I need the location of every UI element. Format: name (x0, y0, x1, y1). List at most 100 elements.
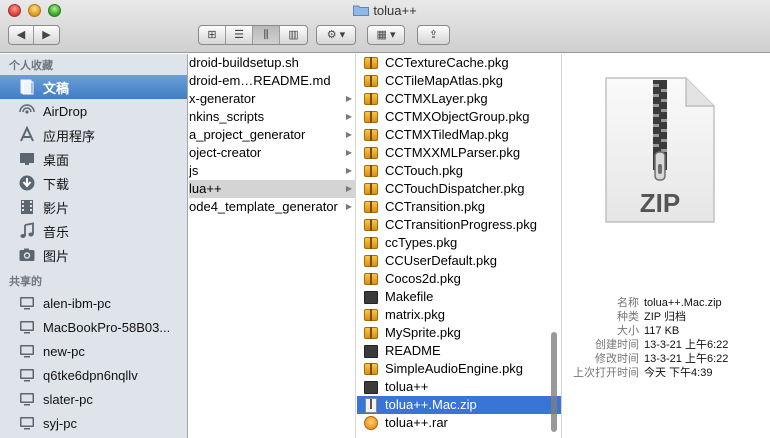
info-key: 大小 (617, 325, 639, 337)
sidebar-item-movies[interactable]: 影片 (0, 195, 187, 219)
list-item[interactable]: oject-creator ▶ (189, 144, 355, 162)
back-arrow-icon: ◀ (16, 28, 26, 41)
documents-icon (18, 78, 36, 96)
sidebar-item-downloads[interactable]: 下载 (0, 171, 187, 195)
folder-name: oject-creator (189, 145, 262, 160)
list-item[interactable]: matrix.pkg (357, 306, 561, 324)
list-item[interactable]: x-generator ▶ (189, 90, 355, 108)
package-icon (363, 361, 379, 377)
list-item[interactable]: Cocos2d.pkg (357, 270, 561, 288)
window-title: tolua++ (373, 3, 417, 18)
file-name: CCTileMapAtlas.pkg (385, 73, 504, 88)
action-menu-button[interactable]: ⚙ ▾ (316, 25, 356, 45)
list-item[interactable]: droid-em…README.md (189, 72, 355, 90)
unix-executable-icon (363, 289, 379, 305)
computer-icon (18, 366, 36, 384)
list-item[interactable]: CCUserDefault.pkg (357, 252, 561, 270)
file-name: CCTMXObjectGroup.pkg (385, 109, 530, 124)
sidebar-item-desktop[interactable]: 桌面 (0, 147, 187, 171)
downloads-icon (18, 174, 36, 192)
pictures-icon (18, 246, 36, 264)
disclosure-arrow-icon: ▶ (345, 148, 352, 157)
column-view-button[interactable]: ⫼ (253, 26, 280, 44)
package-icon (363, 109, 379, 125)
sidebar-item-pictures[interactable]: 图片 (0, 243, 187, 267)
info-value: ZIP 归档 (644, 311, 686, 323)
sidebar-item-label: 文稿 (43, 80, 70, 96)
arrange-menu-button[interactable]: ▦ ▾ (367, 25, 405, 45)
disclosure-arrow-icon: ▶ (345, 112, 352, 121)
coverflow-view-button[interactable]: ▥ (280, 26, 307, 44)
list-item-selected[interactable]: tolua++.Mac.zip (357, 396, 561, 414)
disclosure-arrow-icon: ▶ (345, 94, 352, 103)
file-name: CCTextureCache.pkg (385, 55, 509, 70)
list-item[interactable]: js ▶ (189, 162, 355, 180)
sidebar-item-airdrop[interactable]: AirDrop (0, 99, 187, 123)
list-item-selected[interactable]: lua++ ▶ (189, 180, 355, 198)
list-view-button[interactable]: ☰ (226, 26, 253, 44)
list-item[interactable]: nkins_scripts ▶ (189, 108, 355, 126)
package-icon (363, 235, 379, 251)
list-item[interactable]: ode4_template_generator ▶ (189, 198, 355, 216)
list-item[interactable]: tolua++ (357, 378, 561, 396)
file-name: droid-em…README.md (189, 73, 331, 88)
window-toolbar: tolua++ ◀ ▶ ⊞ ☰ ⫼ ▥ ⚙ ▾ ▦ ▾ ⇪ (0, 0, 770, 53)
sidebar-item-documents[interactable]: 文稿 (0, 75, 187, 99)
list-item[interactable]: CCTileMapAtlas.pkg (357, 72, 561, 90)
file-name: CCTMXTiledMap.pkg (385, 127, 509, 142)
sidebar-item-shared-computer[interactable]: MacBookPro-58B03... (0, 315, 187, 339)
sidebar-item-shared-computer[interactable]: syj-pc (0, 411, 187, 435)
folder-name: ode4_template_generator (189, 199, 338, 214)
list-item[interactable]: ccTypes.pkg (357, 234, 561, 252)
share-button[interactable]: ⇪ (417, 25, 450, 45)
window-title-bar: tolua++ (0, 2, 770, 20)
list-item[interactable]: CCTouchDispatcher.pkg (357, 180, 561, 198)
sidebar-item-music[interactable]: 音乐 (0, 219, 187, 243)
list-item[interactable]: README (357, 342, 561, 360)
info-row: 上次打开时间 今天 下午4:39 (563, 366, 770, 380)
sidebar-item-shared-computer[interactable]: q6tke6dpn6nqllv (0, 363, 187, 387)
list-item[interactable]: droid-buildsetup.sh (189, 54, 355, 72)
sidebar-item-label: 下载 (43, 176, 70, 192)
list-item[interactable]: a_project_generator ▶ (189, 126, 355, 144)
list-item[interactable]: CCTMXObjectGroup.pkg (357, 108, 561, 126)
sidebar: 个人收藏 文稿 AirDrop 应用程序 桌面 下载 影片 音乐 图片 共享的 … (0, 54, 188, 438)
sidebar-item-applications[interactable]: 应用程序 (0, 123, 187, 147)
info-row: 种类 ZIP 归档 (563, 310, 770, 324)
sidebar-item-shared-computer[interactable]: slater-pc (0, 387, 187, 411)
computer-icon (18, 390, 36, 408)
list-item[interactable]: tolua++.rar (357, 414, 561, 432)
unix-executable-icon (363, 343, 379, 359)
list-item[interactable]: CCTransitionProgress.pkg (357, 216, 561, 234)
list-item[interactable]: CCTMXTiledMap.pkg (357, 126, 561, 144)
list-item[interactable]: CCTouch.pkg (357, 162, 561, 180)
computer-icon (18, 414, 36, 432)
file-name: Makefile (385, 289, 434, 304)
back-forward-control: ◀ ▶ (8, 25, 60, 45)
list-item[interactable]: SimpleAudioEngine.pkg (357, 360, 561, 378)
sidebar-item-shared-computer[interactable]: new-pc (0, 339, 187, 363)
forward-button[interactable]: ▶ (34, 26, 59, 44)
zip-archive-icon: ZIP (605, 77, 715, 223)
music-icon (18, 222, 36, 240)
info-row: 创建时间 13-3-21 上午6:22 (563, 338, 770, 352)
info-key: 上次打开时间 (573, 367, 639, 379)
airdrop-icon (18, 102, 36, 120)
column-scrollbar[interactable] (551, 332, 557, 432)
file-name: droid-buildsetup.sh (189, 55, 299, 70)
icon-view-button[interactable]: ⊞ (199, 26, 226, 44)
sidebar-item-shared-computer[interactable]: alen-ibm-pc (0, 291, 187, 315)
list-item[interactable]: CCTextureCache.pkg (357, 54, 561, 72)
list-item[interactable]: CCTMXXMLParser.pkg (357, 144, 561, 162)
sidebar-item-label: AirDrop (43, 103, 88, 119)
list-item[interactable]: CCTMXLayer.pkg (357, 90, 561, 108)
file-name: tolua++.rar (385, 415, 448, 430)
file-name: CCTMXLayer.pkg (385, 91, 488, 106)
list-item[interactable]: Makefile (357, 288, 561, 306)
list-item[interactable]: CCTransition.pkg (357, 198, 561, 216)
back-button[interactable]: ◀ (9, 26, 35, 44)
folder-icon (353, 5, 370, 16)
info-key: 修改时间 (595, 353, 639, 365)
sidebar-item-label: 音乐 (43, 224, 70, 240)
list-item[interactable]: MySprite.pkg (357, 324, 561, 342)
